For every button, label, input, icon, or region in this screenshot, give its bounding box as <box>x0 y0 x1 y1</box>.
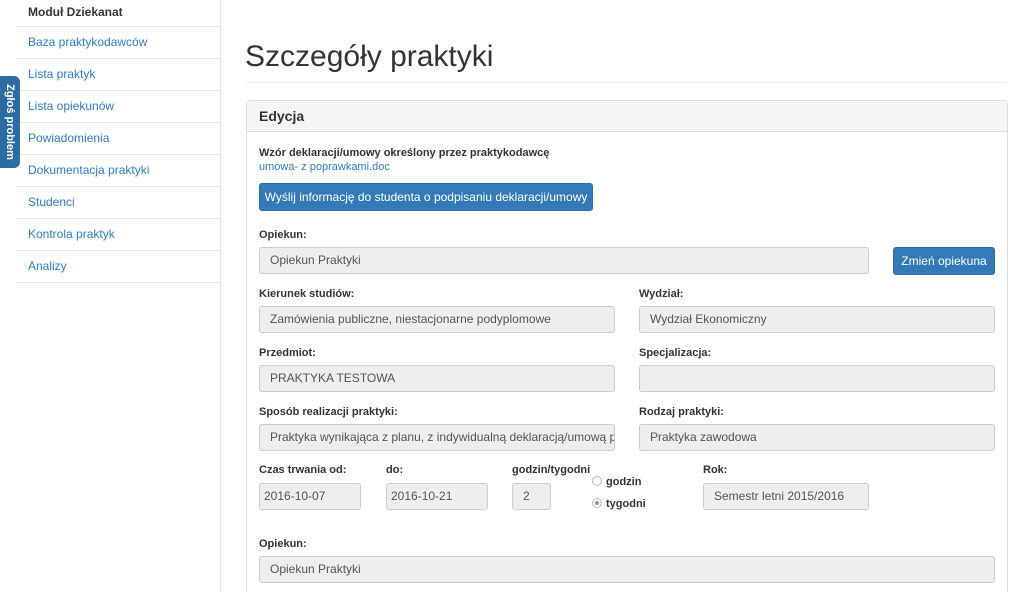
specialization-field[interactable] <box>639 365 995 392</box>
duration-to-field[interactable]: 2016-10-21 <box>386 483 488 510</box>
faculty-label: Wydział: <box>639 288 684 300</box>
report-problem-label: Zgłoś problem <box>4 84 16 160</box>
duration-from-label: Czas trwania od: <box>259 464 347 476</box>
radio-weeks-label: tygodni <box>606 498 646 510</box>
method-field[interactable]: Praktyka wynikająca z planu, z indywidua… <box>259 424 615 451</box>
title-divider <box>245 82 1007 83</box>
page-title: Szczegóły praktyki <box>245 40 494 73</box>
panel-heading: Edycja <box>247 101 1007 132</box>
faculty-field[interactable]: Wydział Ekonomiczny <box>639 306 995 333</box>
type-label: Rodzaj praktyki: <box>639 406 724 418</box>
hours-field[interactable]: 2 <box>512 483 551 510</box>
template-file-link[interactable]: umowa- z poprawkami.doc <box>259 161 390 173</box>
supervisor2-label: Opiekun: <box>259 538 307 550</box>
sidebar-item-baza-praktykodawcow[interactable]: Baza praktykodawców <box>16 27 220 59</box>
direction-label: Kierunek studiów: <box>259 288 355 300</box>
supervisor-field[interactable]: Opiekun Praktyki <box>259 247 869 274</box>
direction-field[interactable]: Zamówienia publiczne, niestacjonarne pod… <box>259 306 615 333</box>
sidebar-divider <box>16 282 220 283</box>
hours-label: godzin/tygodni <box>512 464 591 476</box>
radio-hours[interactable] <box>592 476 602 486</box>
sidebar-item-dokumentacja-praktyki[interactable]: Dokumentacja praktyki <box>16 155 220 187</box>
sidebar: Moduł Dziekanat Baza praktykodawców List… <box>16 0 220 283</box>
sidebar-item-powiadomienia[interactable]: Powiadomienia <box>16 123 220 155</box>
change-supervisor-button[interactable]: Zmień opiekuna <box>893 247 995 275</box>
radio-hours-label: godzin <box>606 476 642 488</box>
sidebar-title: Moduł Dziekanat <box>16 0 220 27</box>
year-field[interactable]: Semestr letni 2015/2016 <box>703 483 869 510</box>
send-info-button[interactable]: Wyślij informację do studenta o podpisan… <box>259 183 593 211</box>
sidebar-border <box>220 0 221 592</box>
sidebar-item-lista-praktyk[interactable]: Lista praktyk <box>16 59 220 91</box>
template-label: Wzór deklaracji/umowy określony przez pr… <box>259 147 550 159</box>
type-field[interactable]: Praktyka zawodowa <box>639 424 995 451</box>
specialization-label: Specjalizacja: <box>639 347 712 359</box>
report-problem-tab[interactable]: Zgłoś problem <box>0 76 20 168</box>
method-label: Sposób realizacji praktyki: <box>259 406 398 418</box>
duration-to-label: do: <box>386 464 404 476</box>
sidebar-item-analizy[interactable]: Analizy <box>16 251 220 283</box>
edit-panel: Edycja <box>246 100 1008 592</box>
supervisor2-field[interactable]: Opiekun Praktyki <box>259 556 995 583</box>
sidebar-item-kontrola-praktyk[interactable]: Kontrola praktyk <box>16 219 220 251</box>
sidebar-item-studenci[interactable]: Studenci <box>16 187 220 219</box>
sidebar-item-lista-opiekunow[interactable]: Lista opiekunów <box>16 91 220 123</box>
duration-from-field[interactable]: 2016-10-07 <box>259 483 361 510</box>
supervisor-label: Opiekun: <box>259 229 307 241</box>
subject-label: Przedmiot: <box>259 347 316 359</box>
radio-weeks[interactable] <box>592 498 602 508</box>
year-label: Rok: <box>703 464 728 476</box>
subject-field[interactable]: PRAKTYKA TESTOWA <box>259 365 615 392</box>
